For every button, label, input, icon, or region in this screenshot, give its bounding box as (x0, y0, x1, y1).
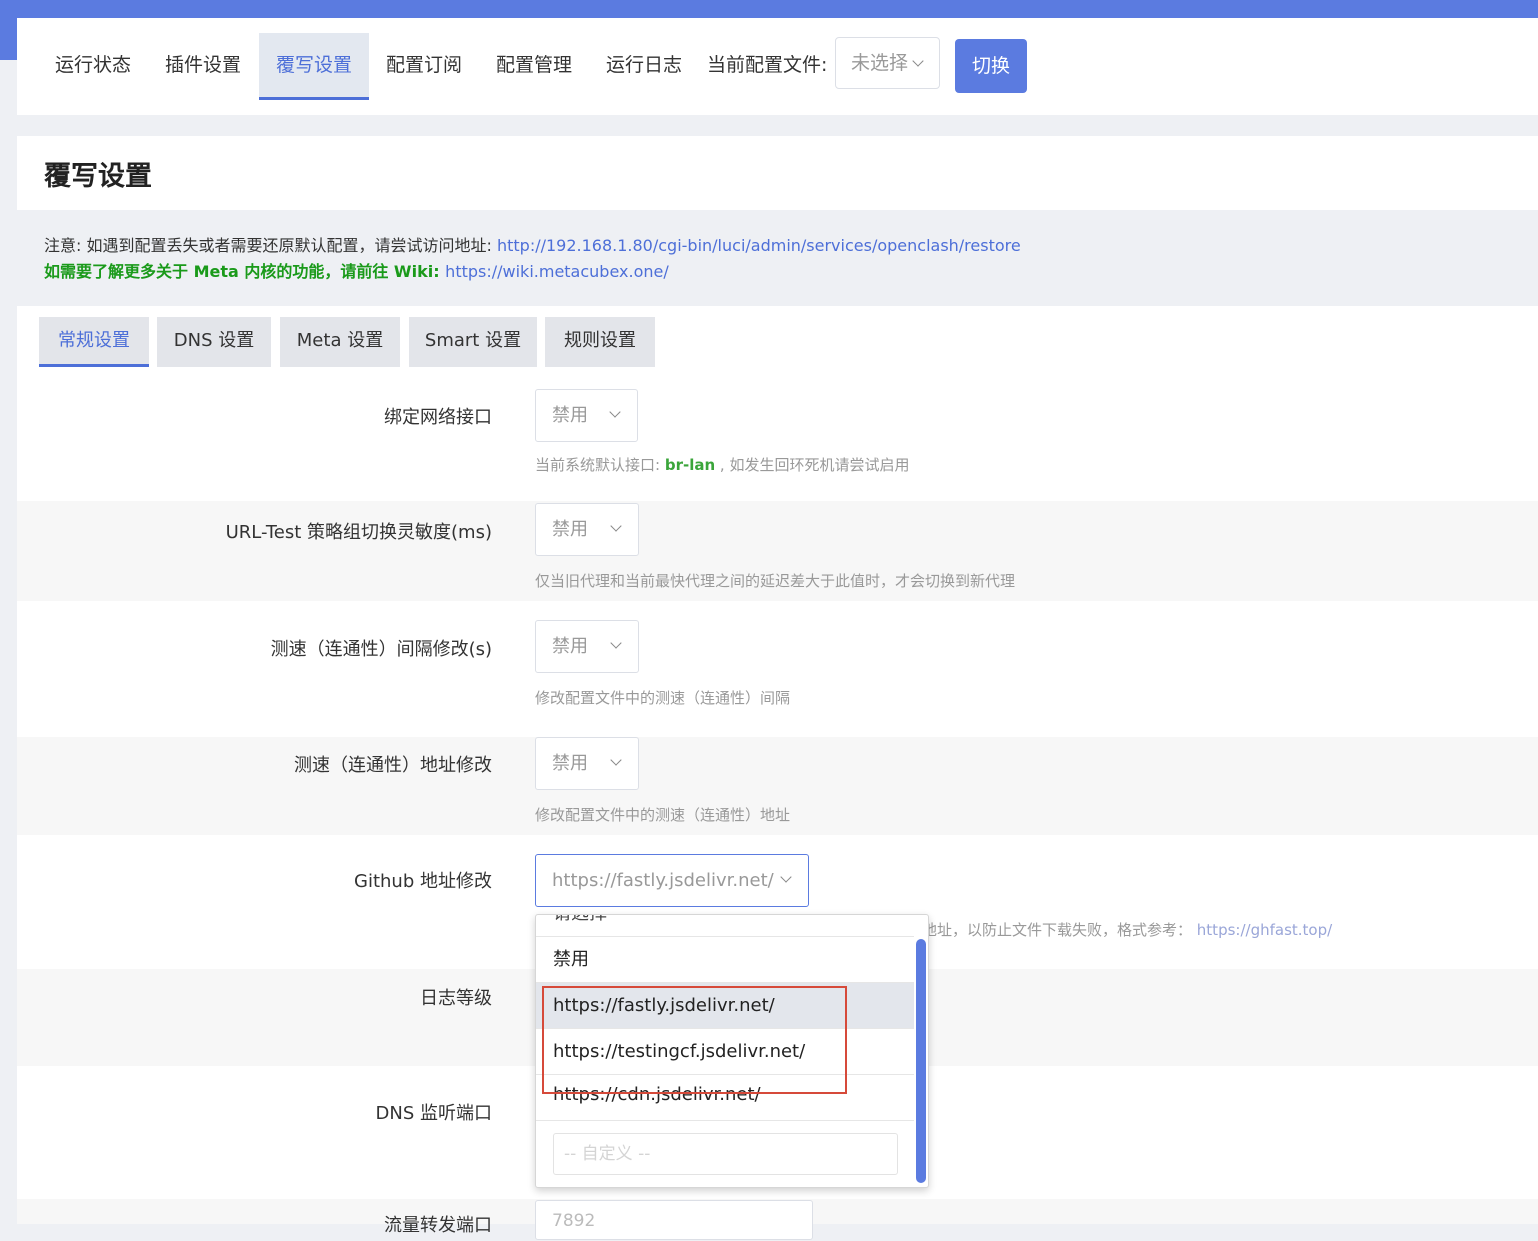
chevron-down-icon (780, 871, 792, 883)
row-description: 当前系统默认接口: br-lan , 如发生回环死机请尝试启用 (535, 454, 909, 475)
notice-text-2: 如需要了解更多关于 Meta 内核的功能，请前往 Wiki: (44, 262, 446, 281)
url-test-select[interactable]: 禁用 (535, 503, 639, 556)
restore-link[interactable]: http://192.168.1.80/cgi-bin/luci/admin/s… (497, 236, 1021, 255)
dropdown-option-disable[interactable]: 禁用 (536, 937, 914, 983)
nav-item-status[interactable]: 运行状态 (43, 33, 143, 100)
row-label: 日志等级 (420, 988, 492, 1009)
interface-name: br-lan (664, 456, 716, 474)
row-description: 修改配置文件中的测速（连通性）间隔 (535, 689, 791, 707)
test-url-select[interactable]: 禁用 (535, 737, 639, 790)
select-value: https://fastly.jsdelivr.net/ (552, 870, 774, 891)
chevron-down-icon (610, 520, 622, 532)
page-title: 覆写设置 (44, 161, 152, 192)
tab-meta[interactable]: Meta 设置 (280, 317, 400, 367)
row-label: 测速（连通性）间隔修改(s) (270, 639, 492, 660)
select-value: 禁用 (552, 405, 588, 426)
example-link[interactable]: https://ghfast.top/ (1197, 921, 1332, 939)
side-accent-bar (0, 18, 17, 60)
setting-row-test-url: 测速（连通性）地址修改 禁用 修改配置文件中的测速（连通性）地址 (17, 737, 1538, 835)
row-description: 地址，以防止文件下载失败，格式参考： https://ghfast.top/ (922, 919, 1332, 940)
current-config-label: 当前配置文件: (707, 54, 828, 76)
github-url-dropdown[interactable]: 请选择 禁用 https://fastly.jsdelivr.net/ http… (535, 914, 929, 1188)
custom-url-input[interactable]: -- 自定义 -- (553, 1133, 898, 1175)
row-description: 仅当旧代理和当前最快代理之间的延迟差大于此值时，才会切换到新代理 (535, 572, 1016, 590)
notice: 注意: 如遇到配置丢失或者需要还原默认配置，请尝试访问地址: http://19… (44, 233, 1021, 285)
top-nav: 运行状态 插件设置 覆写设置 配置订阅 配置管理 运行日志 当前配置文件: 未选… (17, 18, 1538, 115)
setting-row-bind-interface: 绑定网络接口 禁用 当前系统默认接口: br-lan , 如发生回环死机请尝试启… (17, 367, 1538, 501)
tab-dns[interactable]: DNS 设置 (157, 317, 271, 367)
tab-rules[interactable]: 规则设置 (545, 317, 655, 367)
switch-button[interactable]: 切换 (955, 39, 1027, 93)
desc-suffix: , 如发生回环死机请尝试启用 (715, 456, 910, 474)
top-accent-bar (0, 0, 1538, 18)
desc-text: 地址，以防止文件下载失败，格式参考： (922, 921, 1193, 939)
wiki-link[interactable]: https://wiki.metacubex.one/ (445, 262, 669, 281)
bind-interface-select[interactable]: 禁用 (535, 389, 638, 442)
notice-line-2: 如需要了解更多关于 Meta 内核的功能，请前往 Wiki: https://w… (44, 259, 1021, 285)
setting-row-test-interval: 测速（连通性）间隔修改(s) 禁用 修改配置文件中的测速（连通性）间隔 (17, 601, 1538, 737)
dropdown-option-fastly[interactable]: https://fastly.jsdelivr.net/ (536, 983, 914, 1029)
setting-row-url-test: URL-Test 策略组切换灵敏度(ms) 禁用 仅当旧代理和当前最快代理之间的… (17, 501, 1538, 601)
row-label: 测速（连通性）地址修改 (294, 755, 492, 776)
forward-port-input[interactable]: 7892 (535, 1200, 813, 1240)
desc-prefix: 当前系统默认接口: (535, 456, 665, 474)
row-label: 流量转发端口 (384, 1215, 492, 1236)
chevron-down-icon (609, 406, 621, 418)
setting-row-forward-port: 流量转发端口 7892 (17, 1199, 1538, 1240)
row-label: URL-Test 策略组切换灵敏度(ms) (225, 522, 492, 543)
dropdown-scrollbar[interactable] (916, 939, 926, 1183)
select-value: 禁用 (552, 636, 588, 657)
dropdown-option-placeholder[interactable]: 请选择 (536, 915, 914, 937)
chevron-down-icon (610, 637, 622, 649)
chevron-down-icon (610, 754, 622, 766)
notice-text-1: 注意: 如遇到配置丢失或者需要还原默认配置，请尝试访问地址: (44, 236, 497, 255)
nav-item-config-subscribe[interactable]: 配置订阅 (374, 33, 474, 100)
chevron-down-icon (912, 55, 924, 67)
dropdown-option-cdn[interactable]: https://cdn.jsdelivr.net/ (536, 1075, 914, 1121)
row-label: Github 地址修改 (354, 871, 492, 892)
current-config-select[interactable]: 未选择 (835, 37, 940, 89)
nav-item-config-manage[interactable]: 配置管理 (484, 33, 584, 100)
tab-general[interactable]: 常规设置 (39, 317, 149, 367)
nav-item-run-log[interactable]: 运行日志 (594, 33, 694, 100)
dropdown-option-testingcf[interactable]: https://testingcf.jsdelivr.net/ (536, 1029, 914, 1075)
select-value: 禁用 (552, 753, 588, 774)
current-config-value: 未选择 (851, 52, 909, 74)
notice-line-1: 注意: 如遇到配置丢失或者需要还原默认配置，请尝试访问地址: http://19… (44, 233, 1021, 259)
row-label: DNS 监听端口 (375, 1103, 492, 1124)
tab-smart[interactable]: Smart 设置 (409, 317, 537, 367)
select-value: 禁用 (552, 519, 588, 540)
title-panel: 覆写设置 (17, 136, 1538, 210)
row-description: 修改配置文件中的测速（连通性）地址 (535, 806, 791, 824)
nav-item-plugin-settings[interactable]: 插件设置 (153, 33, 253, 100)
test-interval-select[interactable]: 禁用 (535, 620, 639, 673)
github-url-select[interactable]: https://fastly.jsdelivr.net/ (535, 854, 809, 907)
nav-item-override-settings[interactable]: 覆写设置 (259, 33, 369, 100)
row-label: 绑定网络接口 (384, 407, 492, 428)
